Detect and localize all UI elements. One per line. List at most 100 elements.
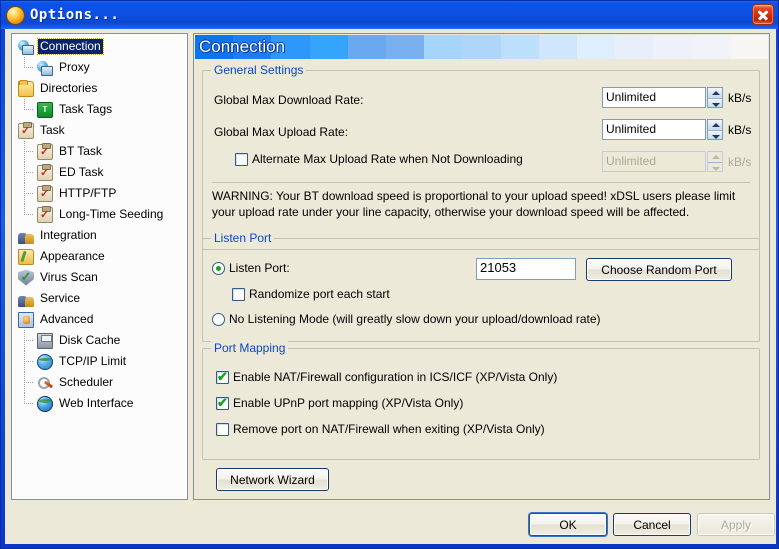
enable-nat-firewall-checkbox[interactable]: Enable NAT/Firewall configuration in ICS… [216, 370, 557, 384]
stepper-down-icon [708, 162, 722, 172]
stepper-down-icon[interactable] [708, 98, 722, 108]
sidebar-item-label: Task [38, 123, 67, 138]
sidebar-item-label: Disk Cache [57, 333, 122, 348]
header-band-5 [386, 35, 424, 59]
radio-icon[interactable] [212, 262, 225, 275]
dialog-button-bar: OK Cancel Apply [5, 500, 776, 544]
header-band-14 [730, 35, 768, 59]
clipboard-icon [37, 165, 53, 181]
port-mapping-legend: Port Mapping [211, 341, 288, 355]
checkbox-icon[interactable] [232, 288, 245, 301]
header-band-11 [615, 35, 653, 59]
sidebar-item-task-tags[interactable]: Task Tags [12, 99, 187, 120]
checkbox-icon[interactable] [235, 153, 248, 166]
header-band-7 [462, 35, 500, 59]
stepper-down-icon[interactable] [708, 130, 722, 140]
download-rate-input[interactable]: Unlimited [602, 87, 706, 108]
sidebar-item-bt-task[interactable]: BT Task [12, 141, 187, 162]
sidebar-item-virus-scan[interactable]: Virus Scan [12, 267, 187, 288]
listen-port-legend: Listen Port [211, 231, 274, 245]
header-band-13 [691, 35, 729, 59]
sidebar-item-ed-task[interactable]: ED Task [12, 162, 187, 183]
warning-line-1: WARNING: Your BT download speed is propo… [212, 188, 758, 204]
title-bar: Options... [1, 1, 778, 29]
enable-upnp-label: Enable UPnP port mapping (XP/Vista Only) [233, 396, 463, 410]
sidebar-item-label: Proxy [57, 60, 92, 75]
download-rate-stepper[interactable] [707, 87, 723, 108]
wrench-icon [37, 375, 53, 391]
sidebar-item-web-interface[interactable]: Web Interface [12, 393, 187, 414]
sidebar-item-task[interactable]: Task [12, 120, 187, 141]
remove-port-on-exit-checkbox[interactable]: Remove port on NAT/Firewall when exiting… [216, 422, 545, 436]
stepper-up-icon[interactable] [708, 120, 722, 130]
shield-check-icon [18, 270, 34, 286]
upload-rate-label: Global Max Upload Rate: [214, 125, 348, 139]
sidebar-item-label: TCP/IP Limit [57, 354, 128, 369]
enable-upnp-checkbox[interactable]: Enable UPnP port mapping (XP/Vista Only) [216, 396, 463, 410]
sidebar-item-scheduler[interactable]: Scheduler [12, 372, 187, 393]
settings-content-panel: Connection General Settings Global Max D… [193, 33, 770, 500]
network-wizard-button[interactable]: Network Wizard [216, 468, 329, 491]
window-title: Options... [30, 7, 119, 23]
enable-nat-firewall-label: Enable NAT/Firewall configuration in ICS… [233, 370, 557, 384]
sidebar-item-proxy[interactable]: Proxy [12, 57, 187, 78]
apply-button: Apply [697, 513, 775, 536]
alternate-upload-rate-checkbox[interactable]: Alternate Max Upload Rate when Not Downl… [235, 152, 523, 166]
advanced-gear-icon [18, 312, 34, 328]
sidebar-item-long-time-seeding[interactable]: Long-Time Seeding [12, 204, 187, 225]
no-listening-mode-label: No Listening Mode (will greatly slow dow… [229, 312, 601, 326]
randomize-port-label: Randomize port each start [249, 287, 390, 301]
sidebar-item-label: Connection [38, 39, 103, 54]
stepper-up-icon[interactable] [708, 88, 722, 98]
clipboard-icon [37, 186, 53, 202]
sidebar-item-label: Integration [38, 228, 99, 243]
header-band-12 [653, 35, 691, 59]
checkbox-icon[interactable] [216, 371, 229, 384]
globe-icon [37, 354, 53, 370]
radio-icon[interactable] [212, 313, 225, 326]
sidebar-item-label: Advanced [38, 312, 95, 327]
sidebar-item-label: BT Task [57, 144, 104, 159]
upload-rate-stepper[interactable] [707, 119, 723, 140]
checkbox-icon[interactable] [216, 423, 229, 436]
settings-tree[interactable]: Connection Proxy Directories Task Tags T… [11, 33, 188, 500]
header-band-10 [577, 35, 615, 59]
clipboard-icon [37, 144, 53, 160]
sidebar-item-appearance[interactable]: Appearance [12, 246, 187, 267]
cancel-button[interactable]: Cancel [613, 513, 691, 536]
sidebar-item-label: HTTP/FTP [57, 186, 118, 201]
sidebar-item-tcp-ip-limit[interactable]: TCP/IP Limit [12, 351, 187, 372]
ok-button[interactable]: OK [529, 513, 607, 536]
header-band-9 [539, 35, 577, 59]
sidebar-item-integration[interactable]: Integration [12, 225, 187, 246]
header-band-8 [501, 35, 539, 59]
stepper-up-icon [708, 152, 722, 162]
header-band-6 [424, 35, 462, 59]
upload-rate-input[interactable]: Unlimited [602, 119, 706, 140]
sidebar-item-connection[interactable]: Connection [12, 36, 187, 57]
sidebar-item-directories[interactable]: Directories [12, 78, 187, 99]
thunder-orb-icon [7, 7, 24, 24]
header-band-4 [348, 35, 386, 59]
choose-random-port-button[interactable]: Choose Random Port [586, 258, 732, 281]
no-listening-mode-radio[interactable]: No Listening Mode (will greatly slow dow… [212, 312, 601, 326]
sidebar-item-disk-cache[interactable]: Disk Cache [12, 330, 187, 351]
globe-monitor-icon [18, 39, 34, 55]
sidebar-item-label: Task Tags [57, 102, 114, 117]
randomize-port-checkbox[interactable]: Randomize port each start [232, 287, 390, 301]
sidebar-item-http-ftp[interactable]: HTTP/FTP [12, 183, 187, 204]
close-icon[interactable] [752, 4, 774, 25]
sidebar-item-label: Scheduler [57, 375, 115, 390]
options-dialog-window: Options... Connection Proxy Directories … [0, 0, 779, 549]
listen-port-radio[interactable]: Listen Port: [212, 261, 290, 275]
listen-port-input[interactable]: 21053 [476, 258, 576, 280]
sidebar-item-advanced[interactable]: Advanced [12, 309, 187, 330]
sidebar-item-service[interactable]: Service [12, 288, 187, 309]
remove-port-on-exit-label: Remove port on NAT/Firewall when exiting… [233, 422, 545, 436]
checkbox-icon[interactable] [216, 397, 229, 410]
disk-icon [37, 333, 53, 349]
warning-line-2: your upload rate under your line capacit… [212, 204, 758, 220]
general-settings-legend: General Settings [211, 63, 306, 77]
folder-icon [18, 81, 34, 97]
sidebar-item-label: Appearance [38, 249, 107, 264]
